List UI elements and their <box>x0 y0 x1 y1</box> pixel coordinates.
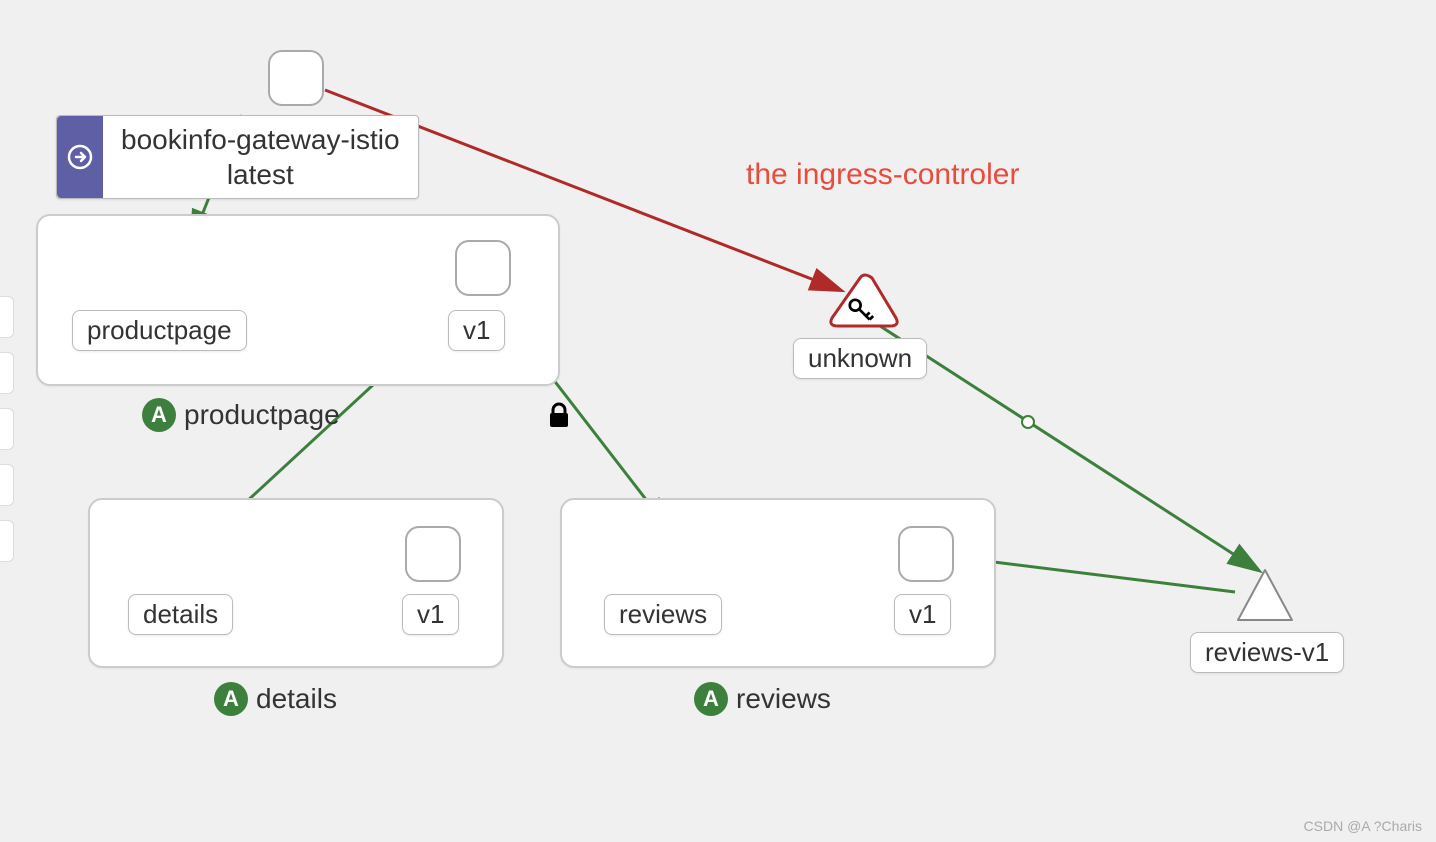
details-v1-node[interactable] <box>405 526 461 582</box>
gateway-label: bookinfo-gateway-istio latest <box>103 116 418 198</box>
productpage-v1-label: v1 <box>448 310 505 351</box>
details-service-label: details <box>128 594 233 635</box>
watermark-text: CSDN @A ?Charis <box>1304 818 1422 834</box>
side-nub <box>0 520 14 562</box>
side-nub <box>0 464 14 506</box>
details-app-label: A details <box>214 682 337 716</box>
gateway-node[interactable]: bookinfo-gateway-istio latest <box>56 115 419 199</box>
lock-icon <box>550 404 568 427</box>
productpage-app-label: A productpage <box>142 398 340 432</box>
reviews-v1-label: v1 <box>894 594 951 635</box>
annotation-text: the ingress-controler <box>746 158 1019 192</box>
reviews-service-label: reviews <box>604 594 722 635</box>
reviews-v1-node[interactable] <box>898 526 954 582</box>
app-badge-icon: A <box>142 398 176 432</box>
app-badge-icon: A <box>694 682 728 716</box>
gateway-workload-node[interactable] <box>268 50 324 106</box>
gateway-arrow-icon <box>57 116 103 198</box>
side-nub <box>0 408 14 450</box>
side-nub <box>0 352 14 394</box>
details-v1-label: v1 <box>402 594 459 635</box>
reviews-v1-external-label: reviews-v1 <box>1190 632 1344 673</box>
reviews-panel[interactable] <box>560 498 996 668</box>
unknown-label: unknown <box>793 338 927 379</box>
app-badge-icon: A <box>214 682 248 716</box>
productpage-v1-node[interactable] <box>455 240 511 296</box>
details-panel[interactable] <box>88 498 504 668</box>
reviews-app-label: A reviews <box>694 682 831 716</box>
side-nub <box>0 296 14 338</box>
productpage-service-label: productpage <box>72 310 247 351</box>
